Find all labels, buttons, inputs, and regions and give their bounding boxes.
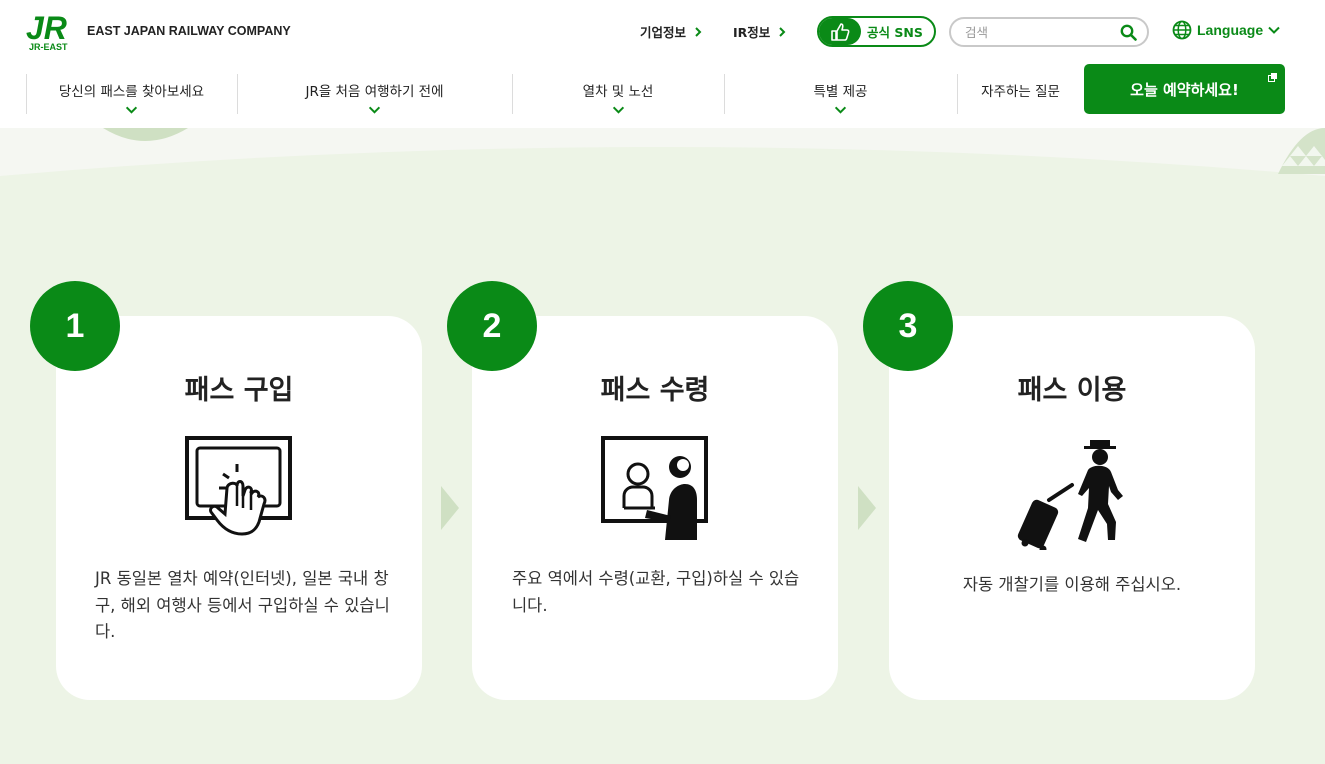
- nav-find-pass[interactable]: 당신의 패스를 찾아보세요: [26, 74, 237, 114]
- external-link-icon: [1268, 73, 1277, 82]
- corporate-info-label: 기업정보: [640, 25, 687, 40]
- ir-info-label: IR정보: [733, 25, 771, 40]
- nav-label: 자주하는 질문: [981, 84, 1060, 100]
- step-title: 패스 구입: [184, 375, 294, 406]
- chevron-down-icon: [612, 106, 624, 114]
- svg-text:JR-EAST: JR-EAST: [29, 42, 68, 52]
- nav-label: 특별 제공: [813, 84, 868, 100]
- step-number-badge: 1: [30, 281, 120, 371]
- nav-label: JR을 처음 여행하기 전에: [305, 84, 444, 100]
- nav-label: 당신의 패스를 찾아보세요: [58, 84, 205, 100]
- arrow-right-icon: [441, 486, 459, 530]
- company-name: EAST JAPAN RAILWAY COMPANY: [87, 24, 291, 38]
- language-label: Language: [1197, 22, 1264, 38]
- arrow-right-icon: [858, 486, 876, 530]
- step-number-badge: 2: [447, 281, 537, 371]
- book-today-button[interactable]: 오늘 예약하세요!: [1084, 64, 1285, 114]
- step-description: 자동 개찰기를 이용해 주십시오.: [962, 575, 1182, 594]
- chevron-right-icon: [695, 26, 702, 37]
- step-title: 패스 이용: [1017, 375, 1127, 406]
- search-icon[interactable]: [1120, 24, 1137, 41]
- traveler-icon: [1017, 440, 1123, 550]
- step-number-badge: 3: [863, 281, 953, 371]
- ticket-counter-icon: [601, 436, 708, 540]
- hero-background: [0, 128, 1325, 188]
- step-title: 패스 수령: [600, 375, 710, 406]
- step-description: JR 동일본 열차 예약(인터넷), 일본 국내 창구, 해외 여행사 등에서 …: [95, 569, 390, 641]
- search-input[interactable]: [965, 24, 1115, 40]
- search-box: [949, 17, 1149, 47]
- corporate-info-link[interactable]: 기업정보: [640, 22, 703, 41]
- official-sns-button[interactable]: 공식 SNS: [817, 16, 936, 47]
- book-today-label: 오늘 예약하세요!: [1130, 80, 1239, 99]
- nav-faq[interactable]: 자주하는 질문: [957, 74, 1084, 114]
- jr-east-logo[interactable]: JR JR-EAST: [26, 10, 76, 52]
- chevron-down-icon: [368, 106, 381, 114]
- svg-text:JR: JR: [26, 12, 67, 46]
- nav-special-offers[interactable]: 특별 제공: [724, 74, 957, 114]
- nav-trains-routes[interactable]: 열차 및 노선: [512, 74, 724, 114]
- chevron-down-icon: [834, 106, 847, 114]
- thumbs-up-icon: [819, 18, 861, 45]
- chevron-right-icon: [779, 26, 786, 37]
- step-description: 주요 역에서 수령(교환, 구입)하실 수 있습니다.: [512, 569, 800, 615]
- ir-info-link[interactable]: IR정보: [733, 22, 787, 41]
- globe-icon: [1172, 20, 1192, 40]
- nav-before-first-trip[interactable]: JR을 처음 여행하기 전에: [237, 74, 512, 114]
- nav-label: 열차 및 노선: [582, 84, 654, 100]
- sns-label: 공식 SNS: [867, 25, 923, 40]
- site-header: JR JR-EAST EAST JAPAN RAILWAY COMPANY 기업…: [0, 0, 1325, 128]
- chevron-down-icon: [125, 106, 138, 114]
- chevron-down-icon: [1268, 26, 1280, 34]
- language-selector[interactable]: Language: [1172, 20, 1280, 40]
- touchscreen-icon: [185, 436, 292, 536]
